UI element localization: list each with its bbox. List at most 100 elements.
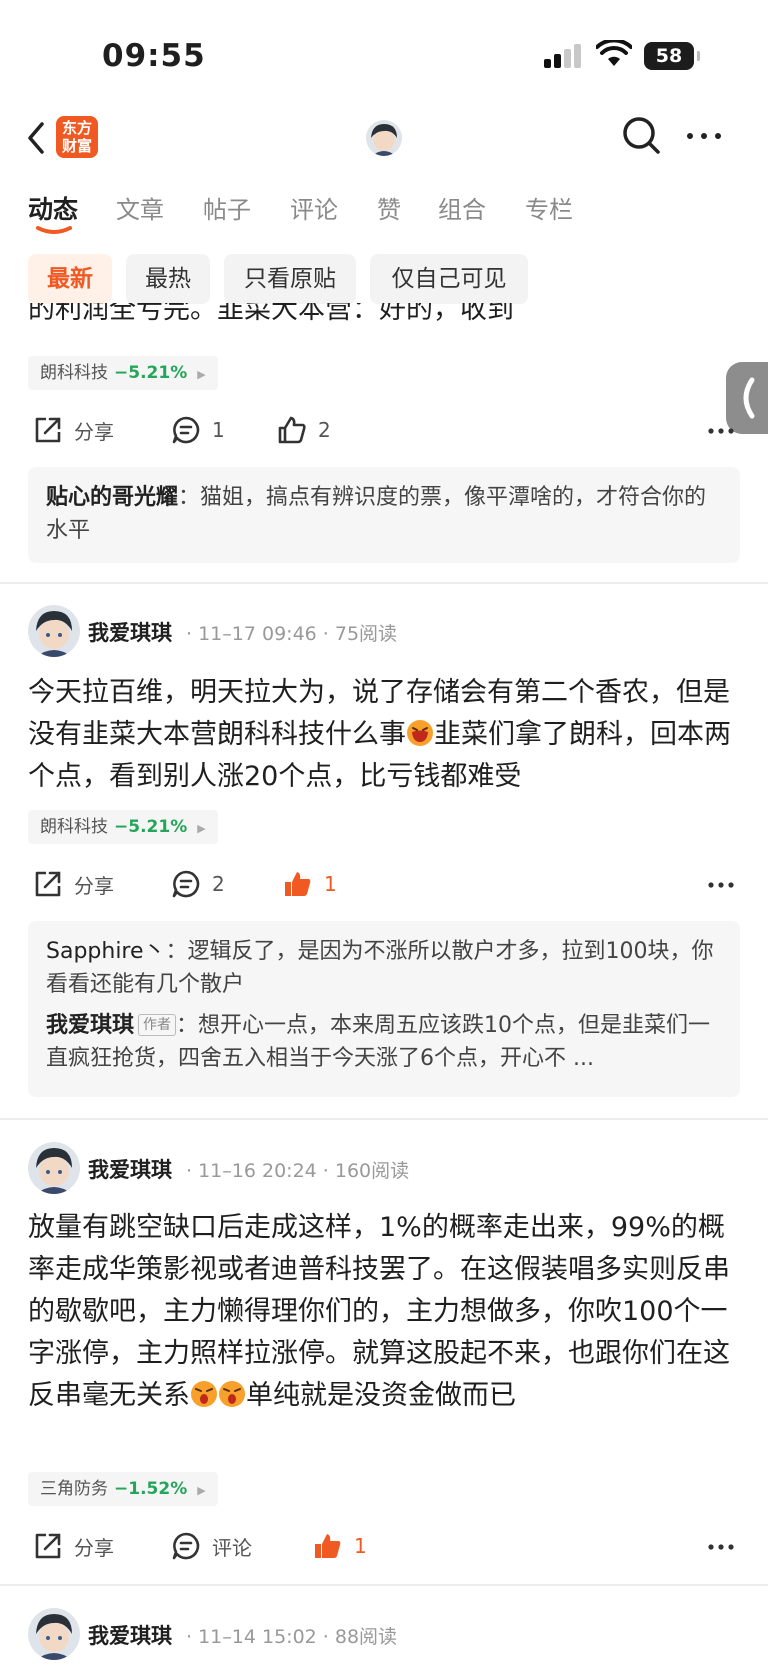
post-body[interactable]: 今天拉百维，明天拉大为，说了存储会有第二个香农，但是没有韭菜大本营朗科科技什么事… (28, 672, 744, 798)
comment-user: 我爱琪琪 (46, 1013, 135, 1038)
like-button[interactable]: 1 (282, 862, 337, 906)
post-header: 我爱琪琪 · 11–17 09:46 · 75阅读 (28, 605, 748, 657)
post-meta: · 11–16 20:24 · 160阅读 (186, 1160, 410, 1182)
avatar-image (28, 605, 80, 657)
laugh-emoji-icon (407, 720, 433, 746)
post-author[interactable]: 我爱琪琪 (88, 1620, 172, 1650)
post-actions: 分享 1 2 (0, 408, 768, 452)
more-icon[interactable] (684, 118, 724, 152)
comment-button[interactable]: 1 (170, 408, 225, 452)
share-icon (35, 871, 61, 897)
comment-preview[interactable]: 贴心的哥光耀：猫姐，搞点有辨识度的票，像平潭啥的，才符合你的水平 (28, 467, 740, 563)
share-label: 分享 (74, 419, 114, 444)
like-button[interactable]: 1 (312, 1524, 367, 1568)
comment-button[interactable]: 2 (170, 862, 225, 906)
tab-column[interactable]: 专栏 (525, 190, 573, 225)
post-actions: 分享 评论 1 (0, 1524, 768, 1568)
comment-user: 贴心的哥光耀 (46, 485, 179, 510)
divider (0, 1118, 768, 1120)
comment-row: Sapphire丶：逻辑反了，是因为不涨所以散户才多，拉到100块，你看看还能有… (46, 939, 714, 997)
avatar[interactable] (28, 1142, 80, 1194)
comment-icon (172, 870, 200, 898)
post-time: 11–16 20:24 (198, 1160, 317, 1182)
back-icon[interactable] (22, 118, 52, 158)
stock-tag[interactable]: 朗科科技 −5.21% ▶ (28, 810, 218, 844)
search-icon[interactable] (620, 114, 662, 156)
tab-active-indicator (36, 226, 72, 234)
share-button[interactable]: 分享 (32, 862, 114, 906)
avatar-image (366, 120, 402, 156)
filter-original-only[interactable]: 只看原贴 (224, 254, 356, 304)
stock-name: 朗科科技 (40, 363, 108, 383)
like-count: 1 (354, 1534, 367, 1558)
thumbs-up-filled-icon (315, 1534, 341, 1558)
yawn-emoji-icon (191, 1381, 217, 1407)
post-reads: 160阅读 (334, 1160, 410, 1182)
stock-change: −1.52% (114, 1479, 188, 1499)
more-dots-icon[interactable] (706, 1532, 736, 1562)
tab-portfolio[interactable]: 组合 (438, 190, 486, 225)
post-header: 我爱琪琪 · 11–16 20:24 · 160阅读 (28, 1142, 748, 1194)
stock-tag[interactable]: 三角防务 −1.52% ▶ (28, 1472, 218, 1506)
post-actions: 分享 2 1 (0, 862, 768, 906)
author-badge: 作者 (138, 1014, 177, 1036)
battery-level: 58 (655, 45, 683, 67)
tab-comments[interactable]: 评论 (290, 190, 338, 225)
signal-icon (544, 44, 584, 68)
avatar-image (28, 1608, 80, 1660)
filter-chips: 最新 最热 只看原贴 仅自己可见 (0, 254, 768, 304)
like-count: 2 (318, 418, 331, 442)
post-author[interactable]: 我爱琪琪 (88, 617, 172, 647)
profile-tabs: 动态 文章 帖子 评论 赞 组合 专栏 (0, 180, 768, 236)
comment-row: 我爱琪琪 作者 ：想开心一点，本来周五应该跌10个点，但是韭菜们一直疯狂抢货，四舍五… (46, 1013, 711, 1071)
filter-hot[interactable]: 最热 (126, 254, 210, 304)
share-label: 分享 (74, 873, 114, 898)
logo-text: 东方财富 (61, 119, 92, 155)
post-author[interactable]: 我爱琪琪 (88, 1154, 172, 1184)
like-button[interactable]: 2 (276, 408, 331, 452)
comment-count: 1 (212, 418, 225, 442)
status-time: 09:55 (102, 38, 206, 74)
post-time: 11–17 09:46 (198, 623, 317, 645)
share-button[interactable]: 分享 (32, 1524, 114, 1568)
thumbs-up-icon (278, 416, 306, 444)
triangle-right-icon: ▶ (197, 822, 206, 835)
post-time: 11–14 15:02 (198, 1626, 317, 1648)
stock-change: −5.21% (114, 817, 188, 837)
nav-avatar[interactable] (366, 120, 402, 156)
stock-change: −5.21% (114, 363, 188, 383)
comment-preview[interactable]: Sapphire丶：逻辑反了，是因为不涨所以散户才多，拉到100块，你看看还能有… (28, 921, 740, 1097)
tab-posts[interactable]: 帖子 (203, 190, 251, 225)
avatar[interactable] (28, 1608, 80, 1660)
tab-articles[interactable]: 文章 (116, 190, 164, 225)
filter-latest[interactable]: 最新 (28, 254, 112, 304)
comment-label: 评论 (212, 1535, 252, 1560)
post-reads: 75阅读 (334, 623, 398, 645)
more-dots-icon[interactable] (706, 870, 736, 900)
tab-likes[interactable]: 赞 (377, 190, 401, 225)
battery-icon: 58 (644, 42, 700, 70)
divider (0, 1584, 768, 1586)
tab-dynamic[interactable]: 动态 (28, 190, 78, 226)
wifi-icon (596, 40, 632, 66)
post-reads: 88阅读 (334, 1626, 398, 1648)
thumbs-up-filled-icon (285, 872, 311, 896)
more-dots-icon[interactable] (706, 416, 736, 446)
filter-private[interactable]: 仅自己可见 (370, 254, 528, 304)
comment-button[interactable]: 评论 (170, 1524, 252, 1568)
comment-user: Sapphire丶 (46, 939, 166, 964)
like-count: 1 (324, 872, 337, 896)
share-button[interactable]: 分享 (32, 408, 114, 452)
triangle-right-icon: ▶ (197, 368, 206, 381)
stock-name: 朗科科技 (40, 817, 108, 837)
avatar-image (28, 1142, 80, 1194)
status-bar: 09:55 58 (0, 0, 768, 110)
share-icon (35, 417, 61, 443)
post-meta: · 11–14 15:02 · 88阅读 (186, 1626, 398, 1648)
comment-row: 贴心的哥光耀：猫姐，搞点有辨识度的票，像平潭啥的，才符合你的水平 (46, 485, 707, 543)
avatar[interactable] (28, 605, 80, 657)
share-label: 分享 (74, 1535, 114, 1560)
post-text-line: 的利润全亏完。韭菜大本营：好的，收到 (28, 303, 514, 325)
post-body[interactable]: 放量有跳空缺口后走成这样，1%的概率走出来，99%的概率走成华策影视或者迪普科技… (28, 1207, 744, 1417)
stock-tag[interactable]: 朗科科技 −5.21% ▶ (28, 356, 218, 390)
